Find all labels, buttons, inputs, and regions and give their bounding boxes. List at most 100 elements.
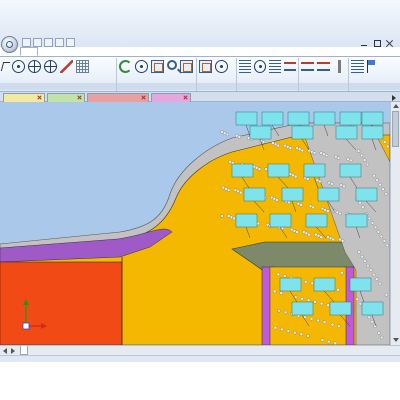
ribbon-tab[interactable] <box>42 47 60 56</box>
vertical-scrollbar[interactable] <box>390 102 400 345</box>
pin-icon[interactable] <box>338 60 341 73</box>
axis-origin-box <box>22 322 30 330</box>
circle-icon[interactable] <box>215 60 228 73</box>
callout-label <box>361 111 384 126</box>
redo-icon[interactable] <box>66 38 75 47</box>
circle-icon[interactable] <box>12 60 25 73</box>
document-tab[interactable] <box>47 93 85 102</box>
callout-label <box>249 125 272 140</box>
undo-icon[interactable] <box>55 38 64 47</box>
pile-marker <box>372 174 376 178</box>
pile-marker <box>276 143 280 148</box>
scroll-up-icon[interactable] <box>393 104 399 109</box>
ribbon-group-label <box>237 83 298 90</box>
pile-marker <box>336 288 340 292</box>
pile-marker <box>377 331 381 335</box>
ribbon-group-5 <box>299 58 349 91</box>
pile-marker <box>220 130 224 134</box>
ribbon-group-label <box>349 83 400 90</box>
ribbon-tab[interactable] <box>152 47 170 56</box>
new-icon[interactable] <box>22 38 31 47</box>
ribbon-tab[interactable] <box>86 47 104 56</box>
target-icon[interactable] <box>44 60 57 73</box>
document-tab[interactable] <box>3 93 45 102</box>
info-line <box>3 135 113 141</box>
pile-marker <box>331 237 335 242</box>
callout-label <box>313 277 336 292</box>
pile-marker <box>373 225 378 230</box>
pile-marker <box>363 259 367 263</box>
pile-marker <box>379 234 384 239</box>
pile-marker <box>336 156 341 160</box>
blank-area <box>0 362 400 400</box>
target-icon[interactable] <box>28 60 41 73</box>
pile-marker <box>293 331 297 335</box>
ribbon-tab[interactable] <box>64 47 82 56</box>
minimize-icon[interactable] <box>360 40 368 47</box>
box-icon[interactable] <box>199 60 212 73</box>
magnifier-icon[interactable] <box>167 60 177 70</box>
sheet-tab[interactable] <box>20 346 28 355</box>
lines-icon[interactable] <box>284 62 296 71</box>
pile-marker <box>310 281 314 285</box>
pile-marker <box>221 185 225 190</box>
pile-marker <box>312 151 317 155</box>
close-icon[interactable] <box>386 40 394 47</box>
pile-marker <box>384 192 388 196</box>
close-icon[interactable] <box>77 95 82 100</box>
pile-marker <box>239 190 243 195</box>
bars-icon[interactable] <box>239 60 251 73</box>
bars-icon[interactable] <box>269 60 282 73</box>
next-sheet-icon[interactable] <box>11 348 16 354</box>
pile-marker <box>320 206 325 211</box>
box-icon[interactable] <box>151 60 164 73</box>
drawing-viewport[interactable] <box>0 102 390 345</box>
pile-marker <box>275 198 279 202</box>
ribbon-group-6 <box>349 58 400 91</box>
select-icon[interactable] <box>0 62 11 71</box>
pile-marker <box>296 202 301 206</box>
pile-marker <box>365 162 370 167</box>
open-icon[interactable] <box>33 38 42 47</box>
close-icon[interactable] <box>183 95 188 100</box>
ribbon-tab[interactable] <box>174 47 192 56</box>
grid-icon[interactable] <box>76 60 89 73</box>
document-tab[interactable] <box>87 93 149 102</box>
callout-label <box>361 125 384 140</box>
document-tab[interactable] <box>151 93 191 102</box>
pile-marker <box>370 320 374 324</box>
close-icon[interactable] <box>141 95 146 100</box>
pile-marker <box>314 232 318 237</box>
pen-icon[interactable] <box>60 60 73 73</box>
bars-icon[interactable] <box>351 60 364 73</box>
pile-marker <box>367 216 372 221</box>
sheet-tab[interactable] <box>42 346 48 355</box>
lines-icon[interactable] <box>317 62 330 71</box>
box-icon[interactable] <box>180 60 193 73</box>
callout-label <box>303 163 326 178</box>
ribbon-tab[interactable] <box>108 47 126 56</box>
app-orb-icon[interactable] <box>1 36 18 53</box>
pile-marker <box>338 237 342 242</box>
refresh-icon[interactable] <box>119 60 132 73</box>
pile-marker <box>386 144 390 149</box>
scroll-down-icon[interactable] <box>393 338 399 343</box>
pile-marker <box>367 315 371 319</box>
circle-icon[interactable] <box>135 60 148 73</box>
ribbon-tab[interactable] <box>130 47 148 56</box>
save-icon[interactable] <box>44 38 53 47</box>
pile-marker <box>232 216 236 221</box>
callout-label <box>287 111 310 126</box>
close-icon[interactable] <box>37 95 42 100</box>
flag-icon[interactable] <box>367 60 380 73</box>
tab-scroll-icon[interactable] <box>392 94 398 101</box>
previous-sheet-icon[interactable] <box>3 348 8 354</box>
circle-icon[interactable] <box>253 60 267 73</box>
pile-marker <box>318 179 322 184</box>
pile-marker <box>361 205 365 209</box>
ribbon-tab[interactable] <box>20 47 38 56</box>
lines-icon[interactable] <box>301 62 314 71</box>
callout-label <box>291 125 314 140</box>
maximize-icon[interactable] <box>373 40 381 47</box>
scroll-thumb[interactable] <box>392 111 399 147</box>
